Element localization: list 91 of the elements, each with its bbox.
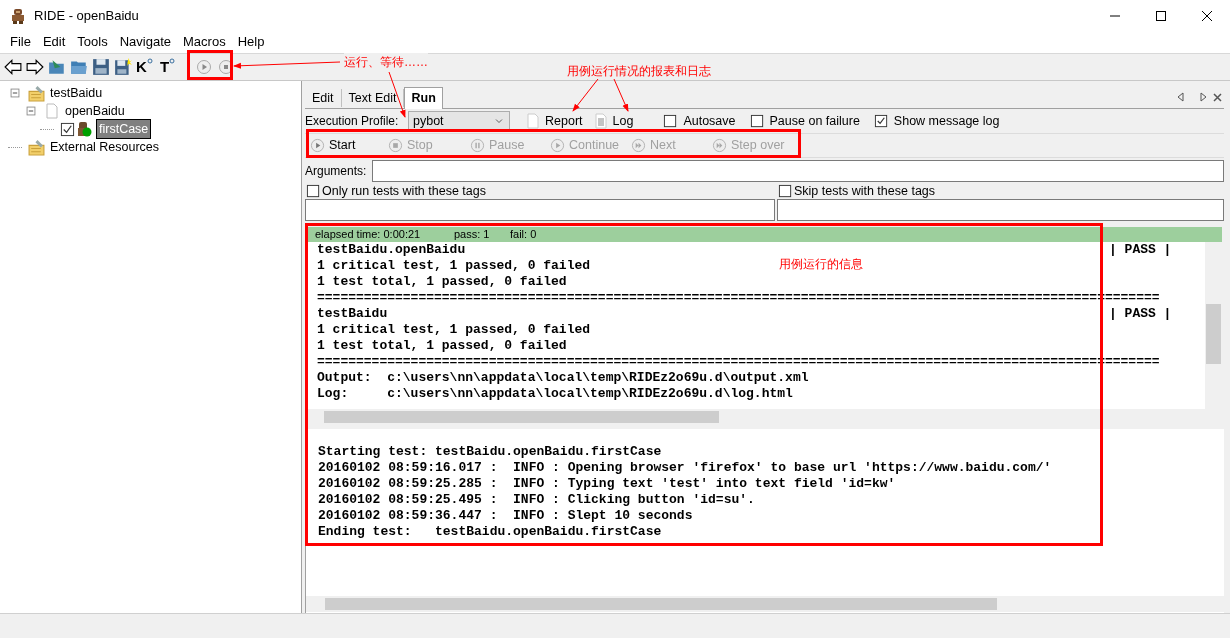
play-icon[interactable] [196,59,212,75]
collapse-icon[interactable] [8,86,22,100]
tree-item[interactable]: External Resources [48,137,162,157]
checkbox-label[interactable]: Only run tests with these tags [322,181,486,201]
checkbox[interactable] [60,121,75,137]
search-button[interactable]: K [136,58,156,76]
output-line: 1 test total, 1 passed, 0 failed [317,274,567,289]
suite-icon [28,138,45,156]
next-icon [631,138,646,153]
log-link[interactable]: Log [612,111,634,131]
log-line: 20160102 08:59:25.495 : INFO : Clicking button 'id=su'. [318,492,756,508]
menu-item[interactable]: Edit [36,32,72,52]
checkbox-label[interactable]: Skip tests with these tags [794,181,936,201]
tree-item[interactable]: openBaidu [63,101,127,121]
fail-count: fail: 0 [510,227,537,243]
test-case-icon [77,121,93,137]
menu-item[interactable]: Macros [177,32,232,52]
elapsed-time: elapsed time: 0:00:21 [315,227,422,243]
tags-field[interactable] [777,199,1224,221]
checkbox[interactable] [306,183,321,199]
output-line: Output: c:\users\nn\appdata\local\temp\RIDEz2o69u.d\output.xml [317,370,809,385]
result-status: | PASS | [1109,242,1172,258]
checkbox-label[interactable]: Autosave [683,111,736,131]
play-icon [550,138,565,153]
file-icon [44,103,60,119]
save-all-icon[interactable] [114,58,132,76]
stop-icon [388,138,403,153]
log-line: 20160102 08:59:16.017 : INFO : Opening browser 'firefox' to base url 'https://www.baidu.com/' [318,460,1053,476]
profile-dropdown[interactable]: pybot [408,111,510,131]
result-status: | PASS | [1109,306,1172,322]
play-icon [310,138,325,153]
checkbox[interactable] [778,183,793,199]
maximize-icon [1156,11,1166,21]
app-icon [10,8,26,24]
menu-item[interactable]: Help [231,32,271,52]
back-icon[interactable] [4,58,22,76]
tags-field[interactable] [305,199,775,221]
annotation-frame [187,50,233,80]
search-button[interactable]: T [160,58,180,76]
scroll-thumb[interactable] [1206,304,1221,364]
output-line: 1 critical test, 1 passed, 0 failed [317,322,591,337]
close-icon[interactable] [1213,92,1222,102]
suite-icon [28,84,45,102]
pass-count: pass: 1 [454,227,491,243]
search-icon [169,58,177,65]
folder-icon[interactable] [48,58,66,76]
report-link[interactable]: Report [545,111,583,131]
output-line: testBaidu.openBaidu [317,242,466,257]
output-line: 1 critical test, 1 passed, 0 failed [317,258,591,273]
checkbox[interactable] [873,113,889,129]
annotation-text: 用例运行情况的报表和日志 [567,63,711,80]
tree-item[interactable]: firstCase [96,118,152,140]
tree-item[interactable]: testBaidu [48,83,105,103]
close-icon [1202,11,1212,21]
output-line: testBaidu [317,306,388,321]
output-line: Log: c:\users\nn\appdata\local\temp\RIDEz2o69u.d\log.html [317,386,793,401]
collapse-icon[interactable] [24,104,38,118]
menu-item[interactable]: File [4,32,37,52]
output-line: 1 test total, 1 passed, 0 failed [317,338,567,353]
checkbox[interactable] [749,113,765,129]
annotation-arrow [572,78,599,112]
scroll-thumb[interactable] [325,598,997,610]
checkbox-label[interactable]: Pause on failure [769,111,860,131]
tab-right-icon[interactable] [1199,92,1207,102]
annotation-arrow [613,78,629,112]
forward-icon[interactable] [26,58,44,76]
horizontal-scrollbar[interactable] [306,596,1224,612]
annotation-text: 用例运行的信息 [779,256,863,273]
search-icon [146,58,154,65]
checkbox-label[interactable]: Show message log [893,111,1000,131]
tab[interactable]: Edit [305,89,342,107]
log-line: Starting test: testBaidu.openBaidu.firstCase [318,444,663,460]
annotation-text: 运行、等待…… [344,53,428,71]
tab-left-icon[interactable] [1177,92,1185,102]
profile-label: Execution Profile: [305,113,400,130]
log-line: 20160102 08:59:25.285 : INFO : Typing text 'test' into text field 'id=kw' [318,476,897,492]
checkbox[interactable] [663,113,679,129]
folder-icon[interactable] [70,58,88,76]
run-control-button[interactable]: Start [310,136,388,155]
window-title: RIDE - openBaidu [34,7,139,26]
menu-item[interactable]: Navigate [113,32,178,52]
tab[interactable]: Run [404,87,443,109]
log-line: 20160102 08:59:36.447 : INFO : Slept 10 seconds [318,508,694,524]
save-icon[interactable] [92,58,110,76]
scroll-thumb[interactable] [324,411,719,423]
log-line: Ending test: testBaidu.openBaidu.firstCase [318,524,663,540]
pause-icon [470,138,485,153]
arguments-field[interactable] [372,159,1224,182]
next-icon [712,138,727,153]
menu-item[interactable]: Tools [71,32,114,52]
arguments-label: Arguments: [305,162,368,180]
